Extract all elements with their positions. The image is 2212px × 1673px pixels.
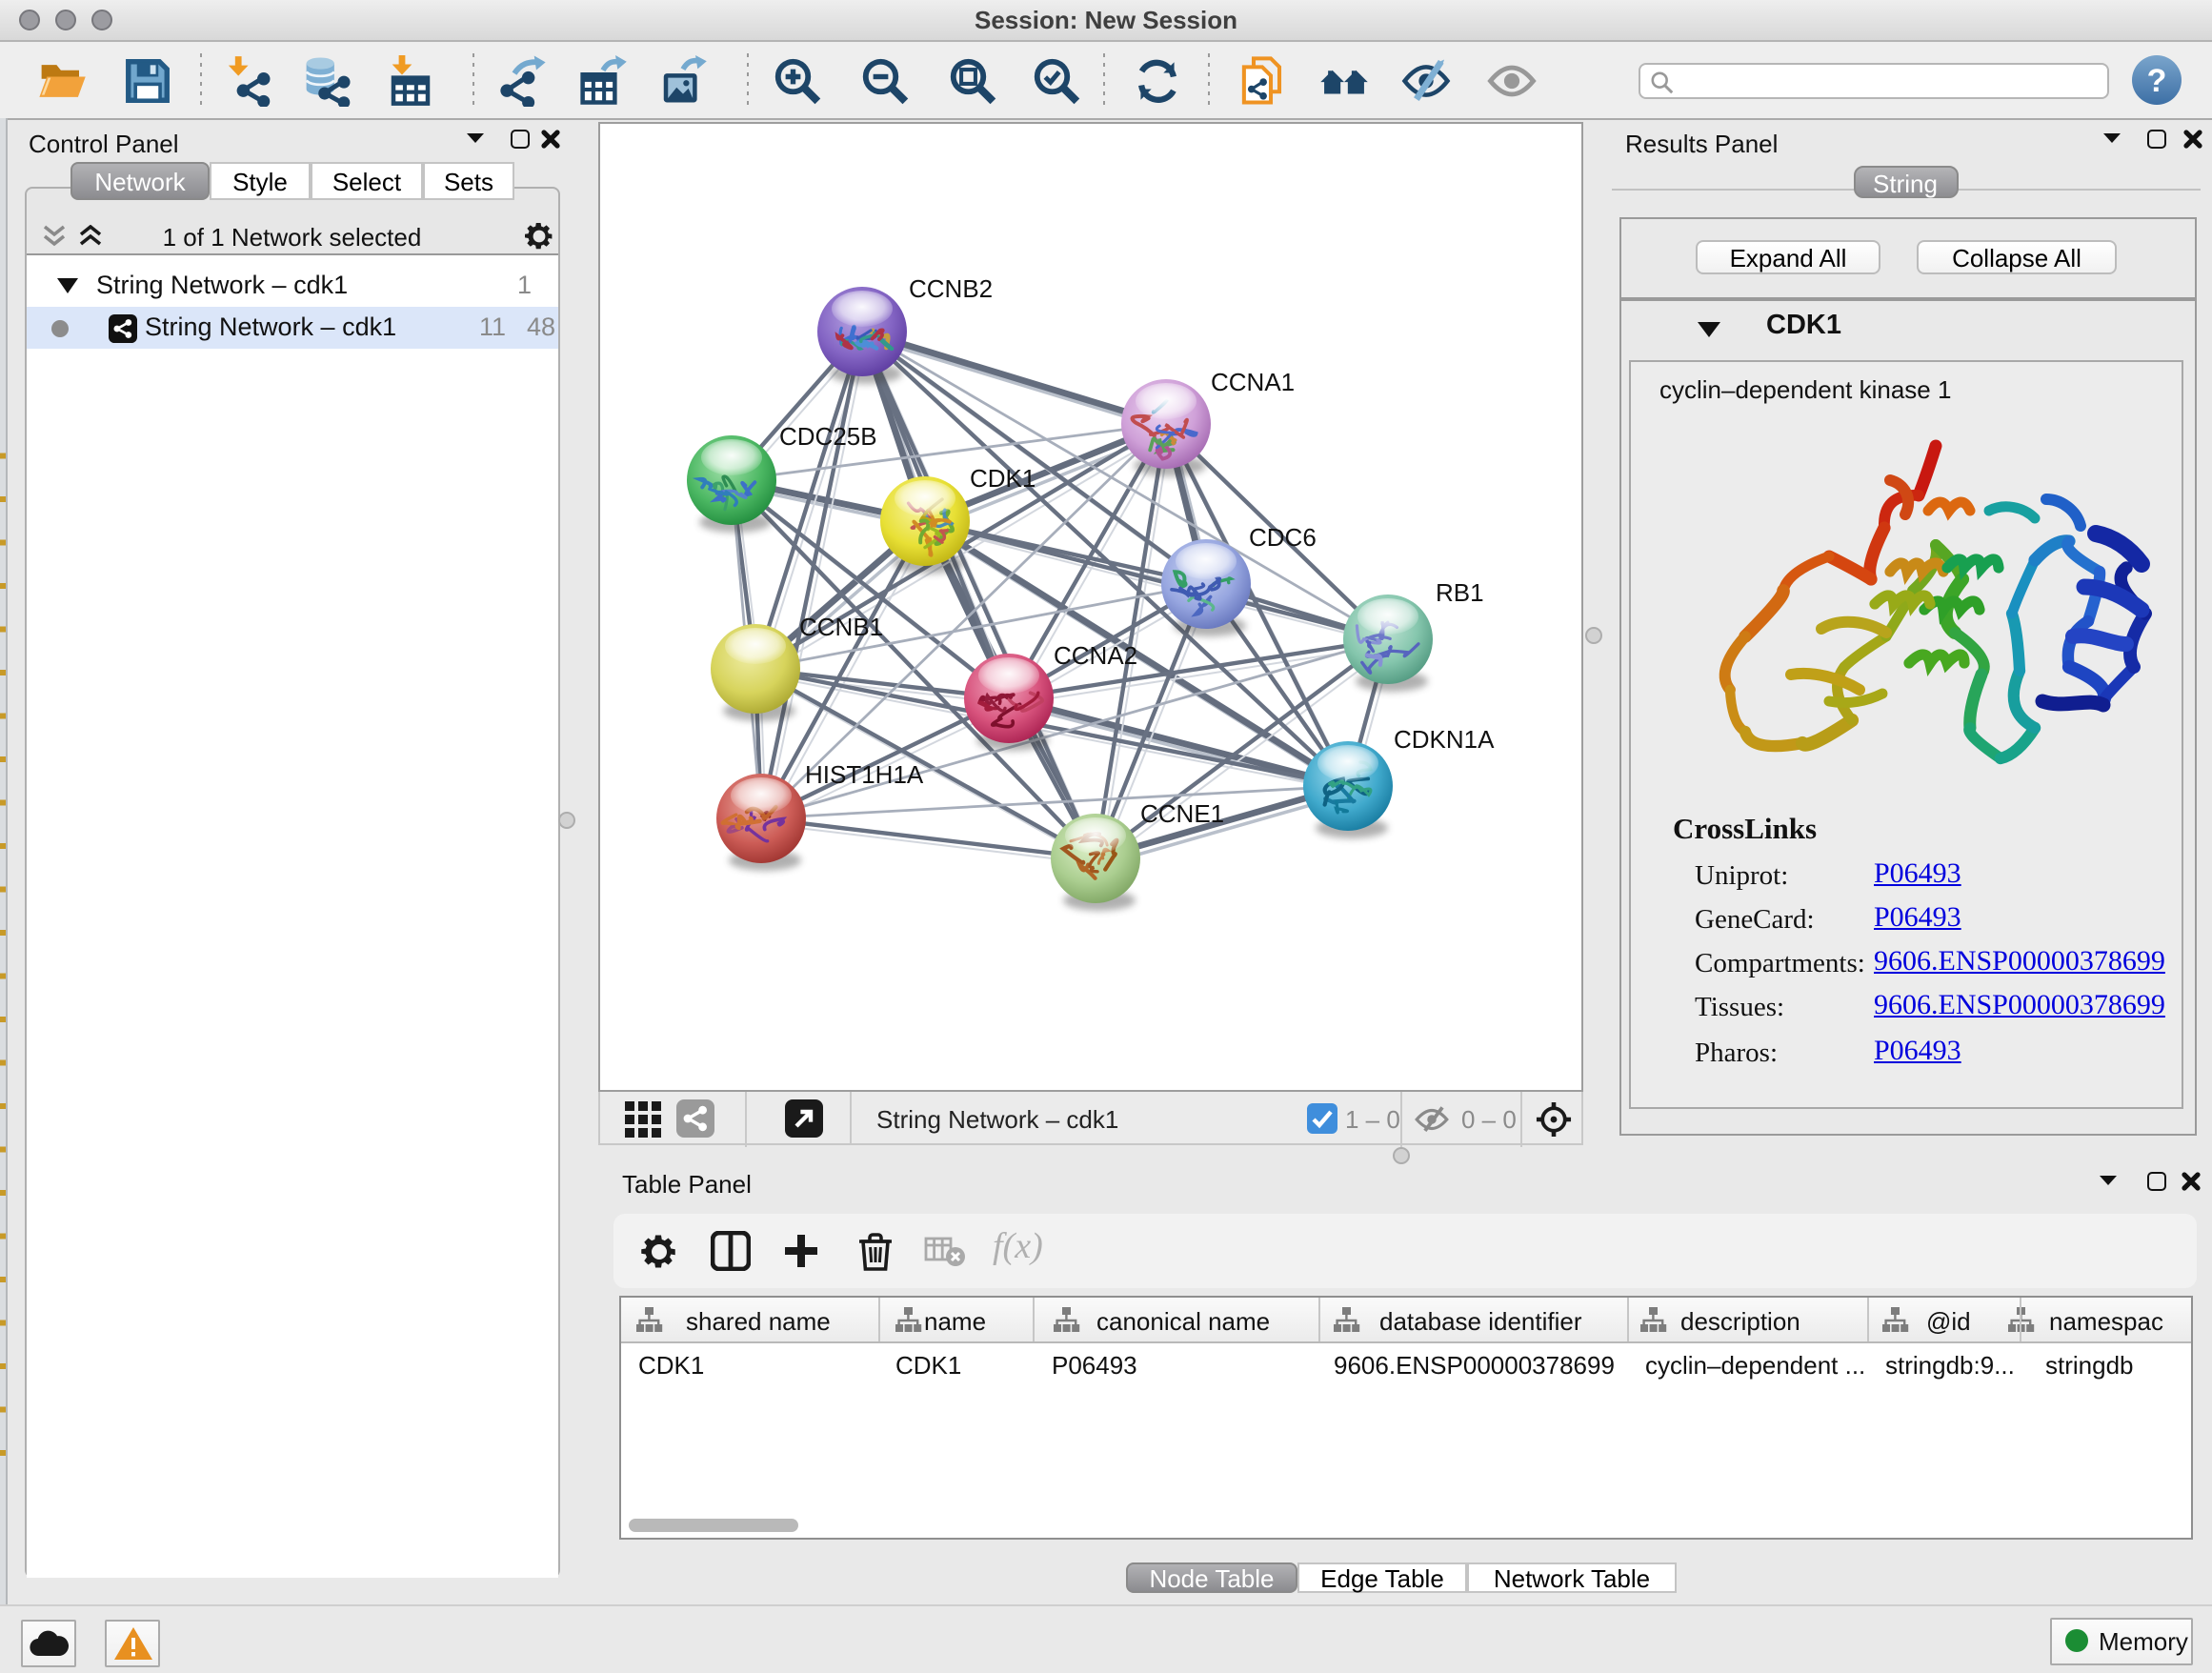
svg-text:RB1: RB1 — [1436, 578, 1484, 607]
svg-text:HIST1H1A: HIST1H1A — [805, 760, 924, 789]
svg-text:CDK1: CDK1 — [970, 464, 1036, 493]
svg-text:CDC6: CDC6 — [1249, 523, 1317, 552]
svg-text:CDC25B: CDC25B — [779, 422, 877, 451]
svg-text:CDKN1A: CDKN1A — [1394, 725, 1495, 754]
svg-text:CCNB1: CCNB1 — [799, 613, 883, 641]
svg-text:CCNB2: CCNB2 — [909, 274, 993, 303]
svg-text:CCNA1: CCNA1 — [1211, 368, 1295, 396]
svg-text:CCNE1: CCNE1 — [1140, 799, 1224, 828]
svg-text:?: ? — [2147, 63, 2167, 99]
svg-text:CCNA2: CCNA2 — [1054, 641, 1137, 670]
